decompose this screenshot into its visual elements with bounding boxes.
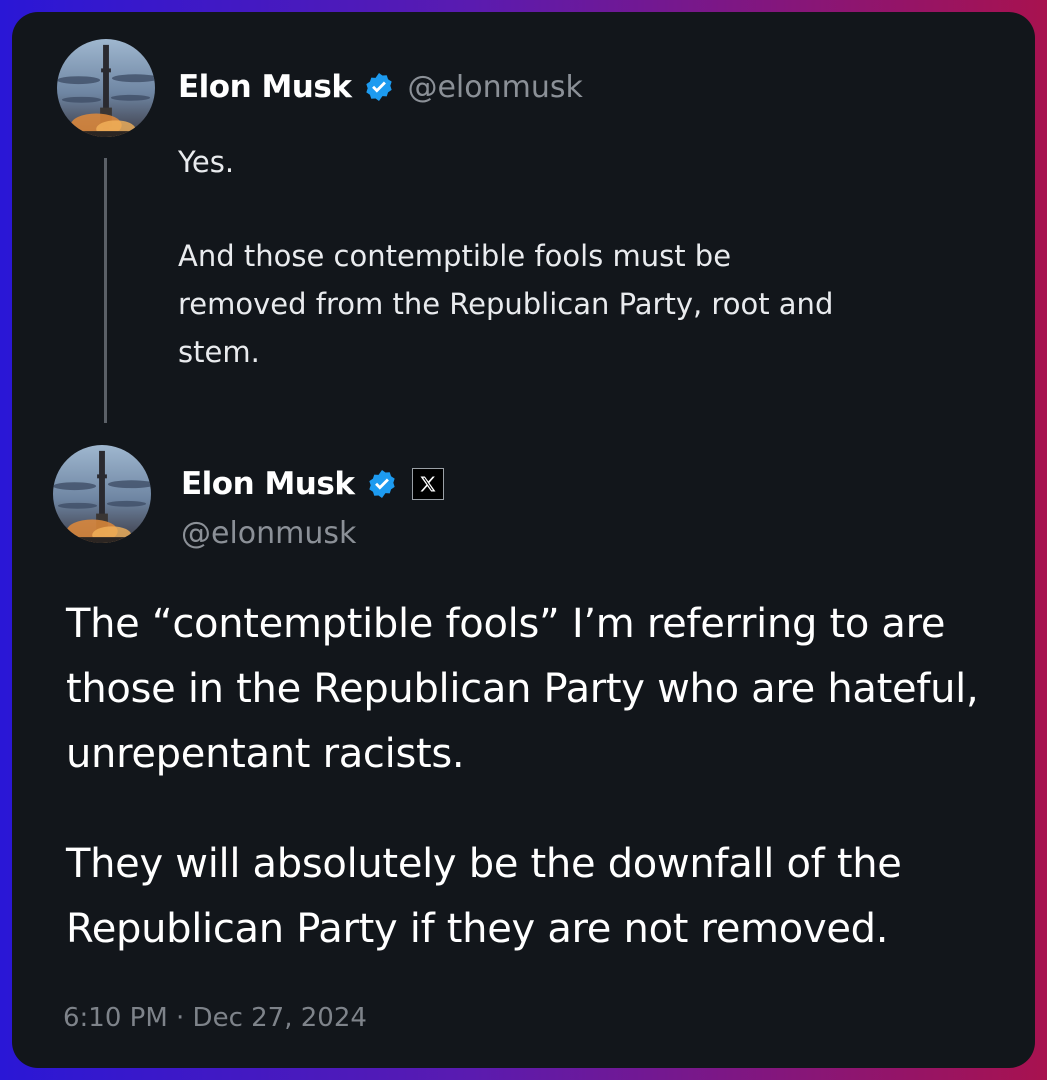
main-post-text-line: They will absolutely be the downfall of … xyxy=(66,841,902,887)
avatar-image xyxy=(53,445,151,543)
main-post-text-line: those in the Republican Party who are ha… xyxy=(66,666,979,712)
main-post-text-line: Republican Party if they are not removed… xyxy=(66,906,889,952)
verified-badge-icon xyxy=(366,468,398,500)
author-name[interactable]: Elon Musk xyxy=(178,69,352,105)
author-handle[interactable]: @elonmusk xyxy=(181,516,356,551)
avatar[interactable] xyxy=(53,445,151,543)
quoted-post-text-line: Yes. xyxy=(178,145,235,179)
author-handle[interactable]: @elonmusk xyxy=(407,70,582,105)
post-card: Elon Musk @elonmusk Yes. And those conte… xyxy=(12,12,1035,1068)
avatar-image xyxy=(57,39,155,137)
x-logo-icon[interactable] xyxy=(412,468,445,500)
author-name[interactable]: Elon Musk xyxy=(181,466,355,502)
main-post-text-line: The “contemptible fools” I’m referring t… xyxy=(66,601,946,647)
quoted-post-text-line: stem. xyxy=(178,335,260,369)
quoted-post-text-line: And those contemptible fools must be xyxy=(178,239,732,273)
thread-connector-line xyxy=(104,158,107,423)
avatar[interactable] xyxy=(57,39,155,137)
quoted-post-text-line: removed from the Republican Party, root … xyxy=(178,287,834,321)
main-post-text-line: unrepentant racists. xyxy=(66,731,465,777)
post-timestamp[interactable]: 6:10 PM · Dec 27, 2024 xyxy=(63,1003,367,1033)
main-post-header: Elon Musk xyxy=(181,462,445,506)
verified-badge-icon xyxy=(363,71,395,103)
quoted-post-header: Elon Musk @elonmusk xyxy=(178,65,583,109)
